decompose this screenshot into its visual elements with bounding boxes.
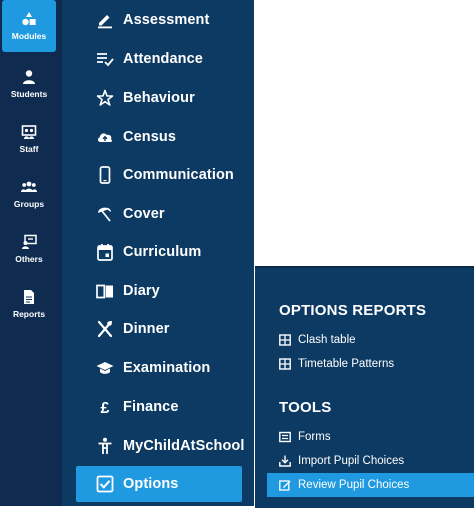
modules-panel: Assessment Attendance Behaviour Census C… <box>62 0 254 506</box>
left-nav-rail: Modules Students Staff Groups Others Rep… <box>0 0 62 506</box>
import-icon <box>279 455 291 467</box>
module-label: Behaviour <box>123 90 195 106</box>
module-item-communication[interactable]: Communication <box>76 157 242 193</box>
student-icon <box>21 69 37 85</box>
book-icon <box>96 282 114 300</box>
pencil-icon <box>96 11 114 29</box>
pound-icon: £ <box>96 398 114 416</box>
module-item-assessment[interactable]: Assessment <box>76 2 242 38</box>
form-icon <box>279 431 291 443</box>
others-icon <box>21 234 37 250</box>
table-icon <box>279 334 291 346</box>
rail-item-modules[interactable]: Modules <box>2 0 56 52</box>
rail-item-groups[interactable]: Groups <box>2 168 56 220</box>
phone-icon <box>96 166 114 184</box>
module-label: Census <box>123 129 176 145</box>
submenu-item-label: Timetable Patterns <box>298 358 395 370</box>
module-label: Assessment <box>123 12 210 28</box>
module-label: Curriculum <box>123 244 202 260</box>
staff-icon <box>21 124 37 140</box>
rail-item-reports[interactable]: Reports <box>2 278 56 330</box>
tools-heading: TOOLS <box>279 399 332 416</box>
checkbox-icon <box>96 475 114 493</box>
edit-icon <box>279 479 291 491</box>
module-item-mychildatschool[interactable]: MyChildAtSchool <box>76 428 245 464</box>
options-submenu: OPTIONS REPORTS Clash table Timetable Pa… <box>255 266 474 508</box>
module-label: Dinner <box>123 321 170 337</box>
reports-icon <box>21 289 37 305</box>
list-check-icon <box>96 50 114 68</box>
submenu-item-label: Clash table <box>298 334 356 346</box>
star-icon <box>96 89 114 107</box>
module-item-diary[interactable]: Diary <box>76 273 242 309</box>
module-label: Cover <box>123 206 165 222</box>
module-item-curriculum[interactable]: Curriculum <box>76 234 242 270</box>
submenu-item-label: Forms <box>298 431 331 443</box>
module-label: MyChildAtSchool <box>123 438 245 454</box>
module-item-cover[interactable]: Cover <box>76 196 242 232</box>
cutlery-icon <box>96 320 114 338</box>
module-item-dinner[interactable]: Dinner <box>76 311 242 347</box>
rail-item-label: Groups <box>13 199 45 210</box>
options-reports-heading: OPTIONS REPORTS <box>279 302 427 319</box>
module-item-behaviour[interactable]: Behaviour <box>76 80 242 116</box>
module-label: Options <box>123 476 179 492</box>
module-label: Diary <box>123 283 160 299</box>
submenu-item-import-pupil-choices[interactable]: Import Pupil Choices <box>267 449 474 473</box>
submenu-item-timetable-patterns[interactable]: Timetable Patterns <box>267 352 474 376</box>
rail-item-label: Others <box>15 254 43 265</box>
module-label: Finance <box>123 399 179 415</box>
module-label: Attendance <box>123 51 203 67</box>
module-item-examination[interactable]: Examination <box>76 350 242 386</box>
graduation-cap-icon <box>96 359 114 377</box>
rail-item-staff[interactable]: Staff <box>2 113 56 165</box>
svg-text:£: £ <box>101 400 110 416</box>
rail-item-label: Reports <box>12 309 46 320</box>
modules-icon <box>21 11 37 27</box>
rail-item-others[interactable]: Others <box>2 223 56 275</box>
module-label: Communication <box>123 167 234 183</box>
rail-item-label: Modules <box>11 31 47 42</box>
module-item-options[interactable]: Options <box>76 466 242 502</box>
submenu-item-review-pupil-choices[interactable]: Review Pupil Choices <box>267 473 474 497</box>
module-item-attendance[interactable]: Attendance <box>76 41 242 77</box>
groups-icon <box>21 179 37 195</box>
submenu-item-label: Import Pupil Choices <box>298 455 405 467</box>
submenu-item-clash-table[interactable]: Clash table <box>267 328 474 352</box>
child-icon <box>96 437 114 455</box>
rail-item-students[interactable]: Students <box>2 58 56 110</box>
submenu-item-label: Review Pupil Choices <box>298 479 410 491</box>
module-item-finance[interactable]: £ Finance <box>76 389 242 425</box>
rail-item-label: Staff <box>19 144 39 155</box>
umbrella-icon <box>96 205 114 223</box>
rail-item-label: Students <box>10 89 48 100</box>
table-icon <box>279 358 291 370</box>
module-label: Examination <box>123 360 211 376</box>
module-item-census[interactable]: Census <box>76 119 242 155</box>
submenu-item-forms[interactable]: Forms <box>267 425 474 449</box>
calendar-icon <box>96 243 114 261</box>
cloud-upload-icon <box>96 128 114 146</box>
